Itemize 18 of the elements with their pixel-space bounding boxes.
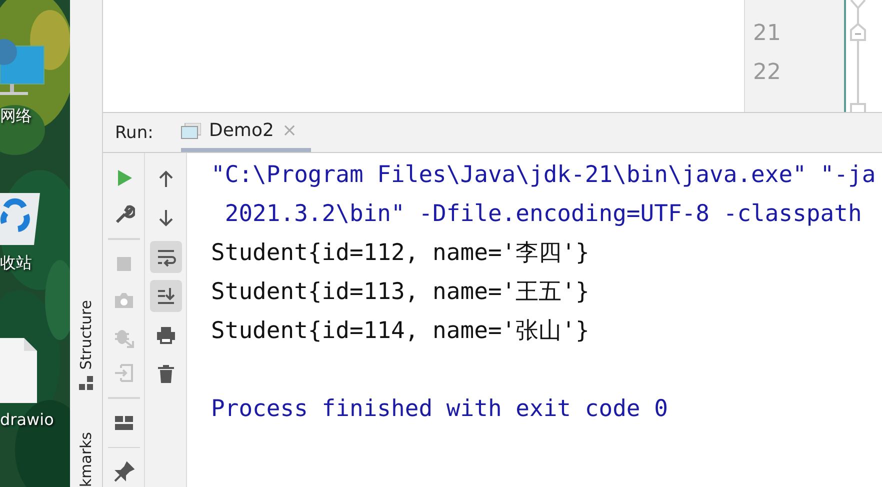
desktop-icon-label[interactable]: 收站 — [0, 253, 32, 274]
console-line: 2021.3.2\bin" -Dfile.encoding=UTF-8 -classpath — [224, 200, 862, 226]
line-number: 21 — [753, 20, 781, 48]
line-number: 22 — [753, 59, 781, 87]
console-line: "C:\Program Files\Java\jdk-21\bin\java.exe" "-ja — [211, 162, 876, 188]
tool-window-tab[interactable]: kmarks — [77, 432, 95, 487]
file-icon[interactable] — [0, 338, 38, 404]
tool-window-tab[interactable]: Structure — [77, 300, 95, 370]
scroll-to-end-icon[interactable] — [150, 280, 182, 312]
console-line: Process finished with exit code 0 — [211, 396, 668, 422]
console-icon — [181, 122, 201, 138]
console-line: Student{id=113, name='王五'} — [211, 278, 590, 307]
console-line: Student{id=114, name='张山'} — [211, 317, 590, 346]
soft-wrap-icon[interactable] — [150, 241, 182, 273]
run-label: Run: — [115, 122, 154, 142]
desktop-icon-label[interactable]: drawio — [0, 410, 54, 429]
structure-icon — [79, 376, 93, 390]
console-line: Student{id=112, name='李四'} — [211, 239, 590, 268]
